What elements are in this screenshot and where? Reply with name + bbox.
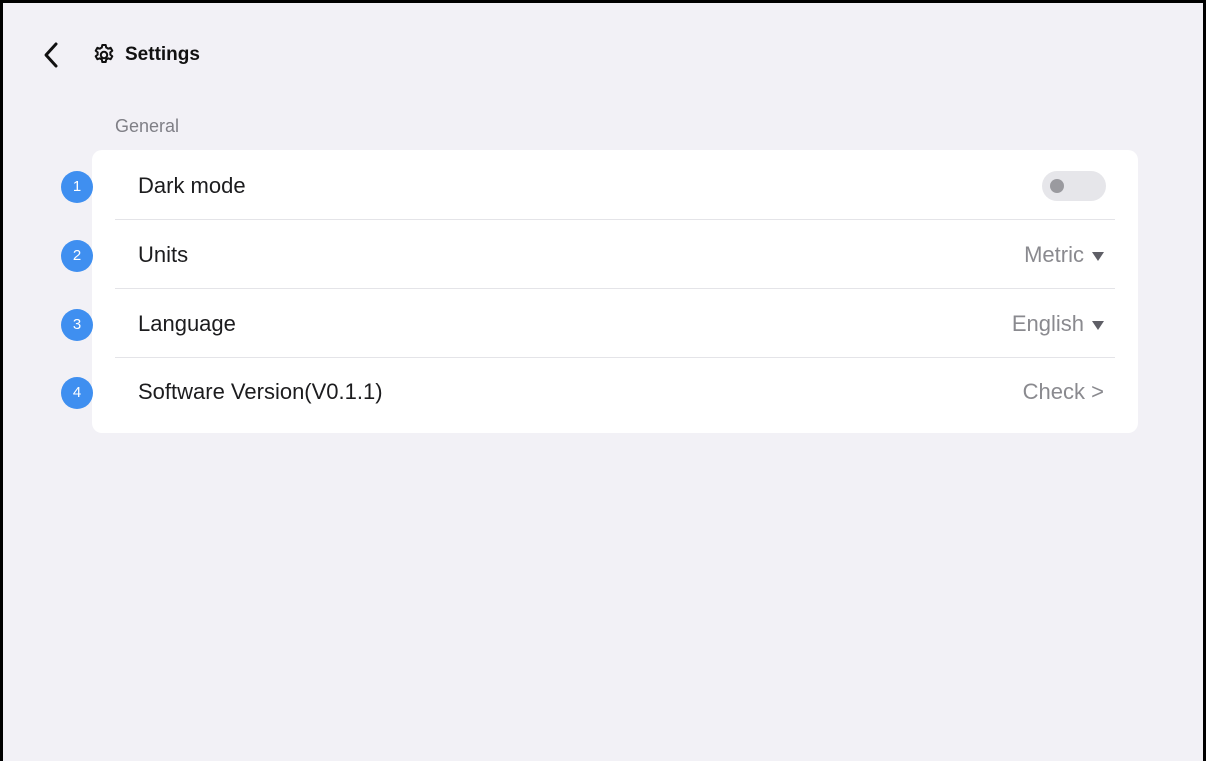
chevron-left-icon xyxy=(44,42,58,68)
step-badge-1: 1 xyxy=(61,171,93,203)
check-update-label: Check > xyxy=(1022,379,1104,404)
setting-label: Dark mode xyxy=(138,173,246,198)
setting-row-dark-mode: Dark mode xyxy=(92,152,1138,220)
check-update-link[interactable]: Check > xyxy=(1023,379,1104,405)
page-title: Settings xyxy=(125,44,200,65)
settings-window: Settings General Dark mode Units Metric … xyxy=(0,0,1206,761)
row-divider xyxy=(115,288,1115,289)
gear-icon xyxy=(94,44,114,63)
setting-label: Language xyxy=(138,311,236,336)
setting-label: Software Version(V0.1.1) xyxy=(138,379,383,404)
setting-row-units: Units Metric xyxy=(92,221,1138,289)
header-bar: Settings xyxy=(3,3,1203,103)
setting-label: Units xyxy=(138,242,189,267)
settings-card: Dark mode Units Metric Language English … xyxy=(92,150,1138,433)
row-divider xyxy=(115,219,1115,220)
step-badge-4: 4 xyxy=(61,377,93,409)
caret-down-icon xyxy=(1092,251,1104,261)
units-dropdown[interactable]: Metric xyxy=(1024,242,1104,268)
dark-mode-toggle[interactable] xyxy=(1042,171,1106,201)
step-badge-3: 3 xyxy=(61,309,93,341)
section-label-general: General xyxy=(115,116,180,136)
toggle-knob xyxy=(1050,179,1064,193)
units-value: Metric xyxy=(1024,242,1084,267)
language-value: English xyxy=(1011,311,1084,336)
caret-down-icon xyxy=(1092,320,1104,330)
setting-row-software-version: Software Version(V0.1.1) Check > xyxy=(92,358,1138,426)
back-button[interactable] xyxy=(37,39,65,71)
setting-row-language: Language English xyxy=(92,290,1138,358)
language-dropdown[interactable]: English xyxy=(1012,311,1104,337)
step-badge-2: 2 xyxy=(61,240,93,272)
